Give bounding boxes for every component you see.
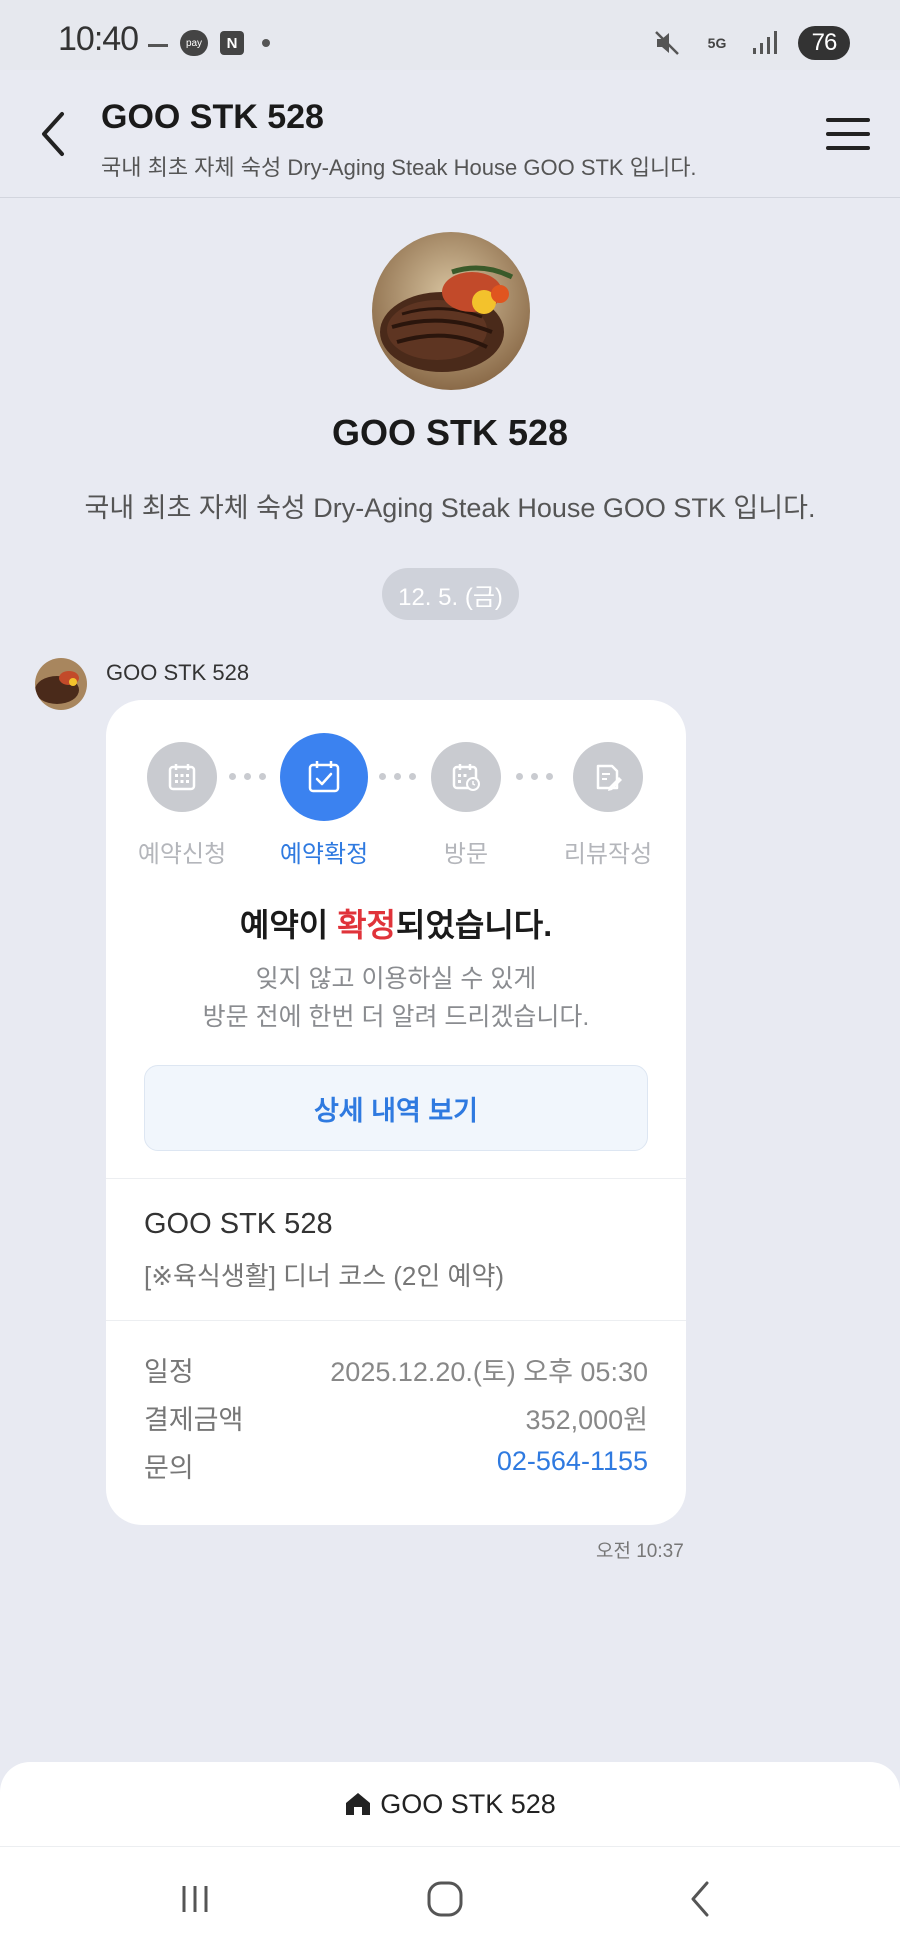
system-navbar <box>0 1846 900 1950</box>
recent-apps-icon[interactable] <box>165 1877 225 1921</box>
calendar-check-icon <box>280 733 368 821</box>
card-divider <box>106 1178 686 1179</box>
steak-photo <box>372 232 530 390</box>
dash-icon <box>148 43 168 47</box>
confirm-message-line1: 잊지 않고 이용하실 수 있게 <box>255 965 537 993</box>
confirm-message: 잊지 않고 이용하실 수 있게 방문 전에 한번 더 알려 드리겠습니다. <box>106 960 686 1036</box>
step-connector <box>229 773 266 780</box>
status-time: 10:40 <box>58 20 139 58</box>
step-connector <box>379 773 416 780</box>
confirm-title-pre: 예약이 <box>239 907 338 943</box>
5g-icon: 5G <box>707 35 727 51</box>
info-key: 문의 <box>144 1453 194 1483</box>
message-time: 오전 10:37 <box>596 1541 684 1562</box>
date-separator: 12. 5. (금) <box>382 568 519 620</box>
profile-description: 국내 최초 자체 숙성 Dry-Aging Steak House GOO ST… <box>84 493 816 523</box>
edit-note-icon <box>573 742 643 812</box>
battery-icon: 76 <box>798 26 850 60</box>
store-home-label: GOO STK 528 <box>380 1788 556 1819</box>
business-name: GOO STK 528 <box>144 1208 333 1240</box>
hamburger-menu-icon[interactable] <box>826 114 870 154</box>
info-key: 결제금액 <box>144 1405 244 1435</box>
phone-link[interactable]: 02-564-1155 <box>497 1446 648 1485</box>
step-label-confirmed: 예약확정 <box>279 841 369 868</box>
status-left-icons: pay N <box>148 30 270 56</box>
sender-name: GOO STK 528 <box>106 660 250 685</box>
profile-avatar[interactable] <box>372 232 530 390</box>
home-icon <box>346 1793 371 1815</box>
chat-header: GOO STK 528 국내 최초 자체 숙성 Dry-Aging Steak … <box>0 70 900 198</box>
back-nav-icon[interactable] <box>670 1877 730 1921</box>
confirm-title-post: 되었습니다. <box>396 907 553 943</box>
info-row-payment: 결제금액 352,000원 <box>144 1398 648 1437</box>
chat-screen: 10:40 pay N 5G 76 GOO STK 528 국내 최초 자체 숙… <box>0 0 900 1950</box>
step-label-review: 리뷰작성 <box>563 841 653 868</box>
confirm-title: 예약이 확정되었습니다. <box>106 900 686 946</box>
step-connector <box>516 773 553 780</box>
reservation-card: 예약신청 예약확정 방문 리뷰작성 예약이 확정되었습니다. 잊지 않고 이용하… <box>106 700 686 1525</box>
store-home-bar[interactable]: GOO STK 528 <box>0 1762 900 1846</box>
steak-thumbnail <box>35 658 87 710</box>
signal-icon <box>753 31 777 54</box>
confirm-title-highlight: 확정 <box>337 907 396 943</box>
info-row-schedule: 일정 2025.12.20.(토) 오후 05:30 <box>144 1350 648 1389</box>
dot-icon <box>262 39 270 47</box>
info-value: 352,000원 <box>525 1405 648 1435</box>
confirm-message-line2: 방문 전에 한번 더 알려 드리겠습니다. <box>202 1003 590 1031</box>
naver-icon: N <box>220 31 244 55</box>
calendar-icon <box>147 742 217 812</box>
step-label-visit: 방문 <box>443 841 489 868</box>
info-row-contact: 문의 02-564-1155 <box>144 1446 648 1485</box>
pay-icon: pay <box>180 30 208 56</box>
profile-name: GOO STK 528 <box>331 412 569 453</box>
sender-avatar[interactable] <box>35 658 87 710</box>
info-value: 2025.12.20.(토) 오후 05:30 <box>330 1357 648 1387</box>
info-key: 일정 <box>144 1357 194 1387</box>
back-arrow-icon[interactable] <box>30 104 80 164</box>
course-name: [※육식생활] 디너 코스 (2인 예약) <box>144 1261 505 1291</box>
step-label-request: 예약신청 <box>137 841 227 868</box>
home-button-icon[interactable] <box>415 1877 475 1921</box>
status-right-icons: 5G 76 <box>652 26 850 60</box>
card-divider <box>106 1320 686 1321</box>
reservation-steps: 예약신청 예약확정 방문 리뷰작성 <box>106 733 686 872</box>
header-title: GOO STK 528 <box>101 98 324 136</box>
view-details-button[interactable]: 상세 내역 보기 <box>144 1065 648 1151</box>
calendar-clock-icon <box>431 742 501 812</box>
mute-icon <box>655 31 679 55</box>
header-subtitle: 국내 최초 자체 숙성 Dry-Aging Steak House GOO ST… <box>101 155 697 180</box>
